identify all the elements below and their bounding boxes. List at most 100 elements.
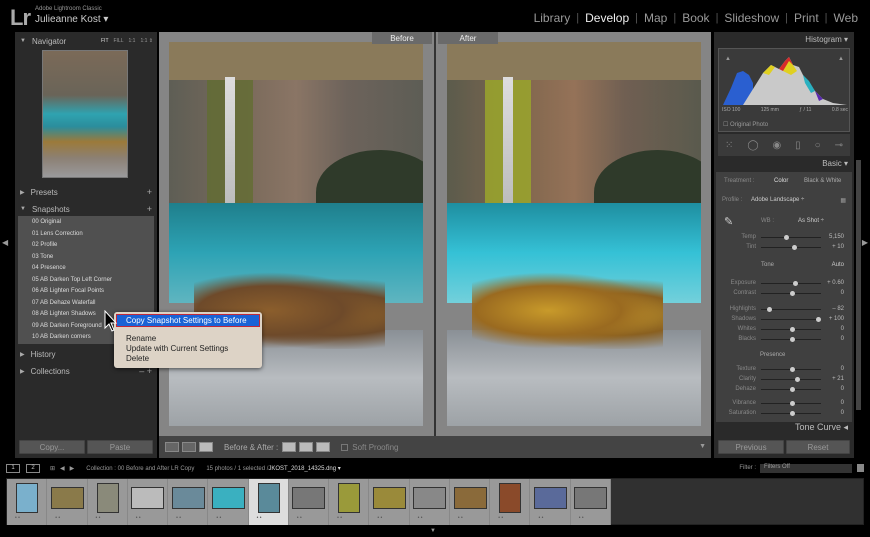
add-preset-icon[interactable]: + xyxy=(147,187,152,197)
slider-track[interactable] xyxy=(761,337,821,342)
slider-knob[interactable] xyxy=(789,411,795,416)
filter-select[interactable]: Filters Off xyxy=(760,464,852,473)
adjustment-brush-icon[interactable]: ⊸ xyxy=(835,140,843,151)
filmstrip-thumbnail[interactable]: • • xyxy=(329,479,370,525)
snapshot-item[interactable]: 07 AB Dehaze Waterfall xyxy=(32,300,95,306)
collection-path[interactable]: Collection : 00 Before and After LR Copy xyxy=(86,466,194,472)
identity-plate[interactable]: Julieanne Kost ▾ xyxy=(35,14,108,25)
filmstrip-thumbnail[interactable]: • • xyxy=(208,479,249,525)
radial-filter-icon[interactable]: ○ xyxy=(815,140,821,151)
slider-value[interactable]: 0 xyxy=(841,290,844,296)
menu-copy-snapshot-to-before[interactable]: Copy Snapshot Settings to Before xyxy=(116,314,260,327)
zoom-fill[interactable]: FILL xyxy=(114,38,124,44)
filmstrip-thumbnail[interactable]: • • xyxy=(289,479,330,525)
slider-value[interactable]: 0 xyxy=(841,366,844,372)
slider-value[interactable]: + 100 xyxy=(829,316,844,322)
zoom-1-1[interactable]: 1:1 xyxy=(129,38,136,44)
original-photo-toggle[interactable]: ☐ Original Photo xyxy=(723,121,768,128)
navigator-preview[interactable] xyxy=(42,50,128,178)
menu-rename[interactable]: Rename xyxy=(126,334,156,343)
snapshot-item[interactable]: 01 Lens Correction xyxy=(32,231,83,237)
snapshot-item[interactable]: 06 AB Lighten Focal Points xyxy=(32,288,104,294)
filmstrip-thumbnail[interactable]: • • xyxy=(490,479,531,525)
main-screen-button[interactable]: 1 xyxy=(6,464,20,473)
copy-before-to-after-icon[interactable] xyxy=(282,442,297,452)
secondary-screen-button[interactable]: 2 xyxy=(26,464,40,473)
snapshot-item[interactable]: 10 AB Darken corners xyxy=(32,334,91,340)
snapshot-item[interactable]: 05 AB Darken Top Left Corner xyxy=(32,277,112,283)
module-develop[interactable]: Develop xyxy=(579,11,635,25)
slider-value[interactable]: 0 xyxy=(841,410,844,416)
slider-knob[interactable] xyxy=(816,317,822,322)
spot-removal-icon[interactable]: ◯ xyxy=(747,140,758,151)
back-arrow-icon[interactable]: ◀ xyxy=(60,465,65,472)
slider-track[interactable] xyxy=(761,327,821,332)
module-book[interactable]: Book xyxy=(676,11,715,25)
slider-value[interactable]: + 10 xyxy=(832,244,844,250)
module-map[interactable]: Map xyxy=(638,11,673,25)
basic-header[interactable]: Basic ▾ xyxy=(822,159,848,168)
module-slideshow[interactable]: Slideshow xyxy=(718,11,785,25)
slider-value[interactable]: 0 xyxy=(841,326,844,332)
tone-curve-header[interactable]: Tone Curve ◂ xyxy=(795,422,848,433)
slider-track[interactable] xyxy=(761,291,821,296)
slider-track[interactable] xyxy=(761,317,822,322)
filmstrip-thumbnail[interactable]: • • xyxy=(410,479,450,525)
slider-value[interactable]: 5,150 xyxy=(829,234,844,240)
filmstrip-thumbnail[interactable]: • • xyxy=(47,479,88,525)
slider-knob[interactable] xyxy=(789,401,795,406)
menu-update-current-settings[interactable]: Update with Current Settings xyxy=(126,344,228,353)
slider-track[interactable] xyxy=(761,387,821,392)
snapshots-header[interactable]: ▼ Snapshots + xyxy=(15,202,157,216)
before-after-split-icon[interactable] xyxy=(199,442,213,452)
filmstrip-thumbnail[interactable]: • • xyxy=(248,479,289,525)
filmstrip-thumbnail[interactable]: • • xyxy=(7,479,48,525)
before-after-view-icon[interactable] xyxy=(182,442,196,452)
before-photo[interactable] xyxy=(169,42,423,426)
toolbar-menu-icon[interactable]: ▼ xyxy=(699,443,706,450)
filmstrip-thumbnail[interactable]: • • xyxy=(128,479,169,525)
red-eye-icon[interactable]: ◉ xyxy=(772,140,781,151)
slider-knob[interactable] xyxy=(766,307,772,312)
treatment-bw[interactable]: Black & White xyxy=(804,178,841,184)
filmstrip-thumbnail[interactable]: • • xyxy=(530,479,571,525)
slider-track[interactable] xyxy=(761,401,821,406)
slider-track[interactable] xyxy=(761,281,821,286)
wb-select[interactable]: As Shot ÷ xyxy=(798,218,824,224)
snapshot-item[interactable]: 04 Presence xyxy=(32,265,66,271)
presets-header[interactable]: ▶ Presets + xyxy=(15,185,157,199)
copy-after-to-before-icon[interactable] xyxy=(299,442,314,452)
copy-button[interactable]: Copy... xyxy=(19,440,85,454)
swap-before-after-icon[interactable] xyxy=(316,442,331,452)
slider-knob[interactable] xyxy=(792,245,798,250)
slider-track[interactable] xyxy=(761,377,821,382)
slider-track[interactable] xyxy=(761,367,821,372)
filmstrip-toggle-icon[interactable]: ▼ xyxy=(430,528,436,534)
filmstrip-thumbnail[interactable]: • • xyxy=(571,479,611,525)
add-snapshot-icon[interactable]: + xyxy=(147,204,152,214)
slider-value[interactable]: + 0.60 xyxy=(827,280,844,286)
module-web[interactable]: Web xyxy=(828,11,864,25)
profile-browser-icon[interactable]: ▦ xyxy=(840,197,846,204)
module-print[interactable]: Print xyxy=(788,11,825,25)
grid-view-icon[interactable]: ⊞ xyxy=(50,465,55,472)
slider-knob[interactable] xyxy=(789,387,795,392)
slider-knob[interactable] xyxy=(789,291,795,296)
profile-select[interactable]: Adobe Landscape ÷ xyxy=(751,197,804,203)
right-panel-toggle-icon[interactable]: ▶ xyxy=(862,238,868,247)
module-library[interactable]: Library xyxy=(528,11,577,25)
filmstrip-thumbnail[interactable]: • • xyxy=(88,479,128,525)
slider-value[interactable]: – 82 xyxy=(832,306,844,312)
soft-proofing-toggle[interactable]: Soft Proofing xyxy=(341,443,399,452)
snapshot-item[interactable]: 00 Original xyxy=(32,219,61,225)
crop-tool-icon[interactable]: ⁙ xyxy=(725,140,733,151)
previous-button[interactable]: Previous xyxy=(718,440,784,454)
slider-knob[interactable] xyxy=(795,377,801,382)
slider-knob[interactable] xyxy=(789,327,795,332)
wb-eyedropper-icon[interactable]: ✎ xyxy=(724,215,733,228)
slider-knob[interactable] xyxy=(792,281,798,286)
paste-button[interactable]: Paste xyxy=(87,440,153,454)
slider-track[interactable] xyxy=(761,235,821,240)
treatment-color[interactable]: Color xyxy=(774,178,788,184)
right-panel-scrollbar[interactable] xyxy=(856,160,861,410)
